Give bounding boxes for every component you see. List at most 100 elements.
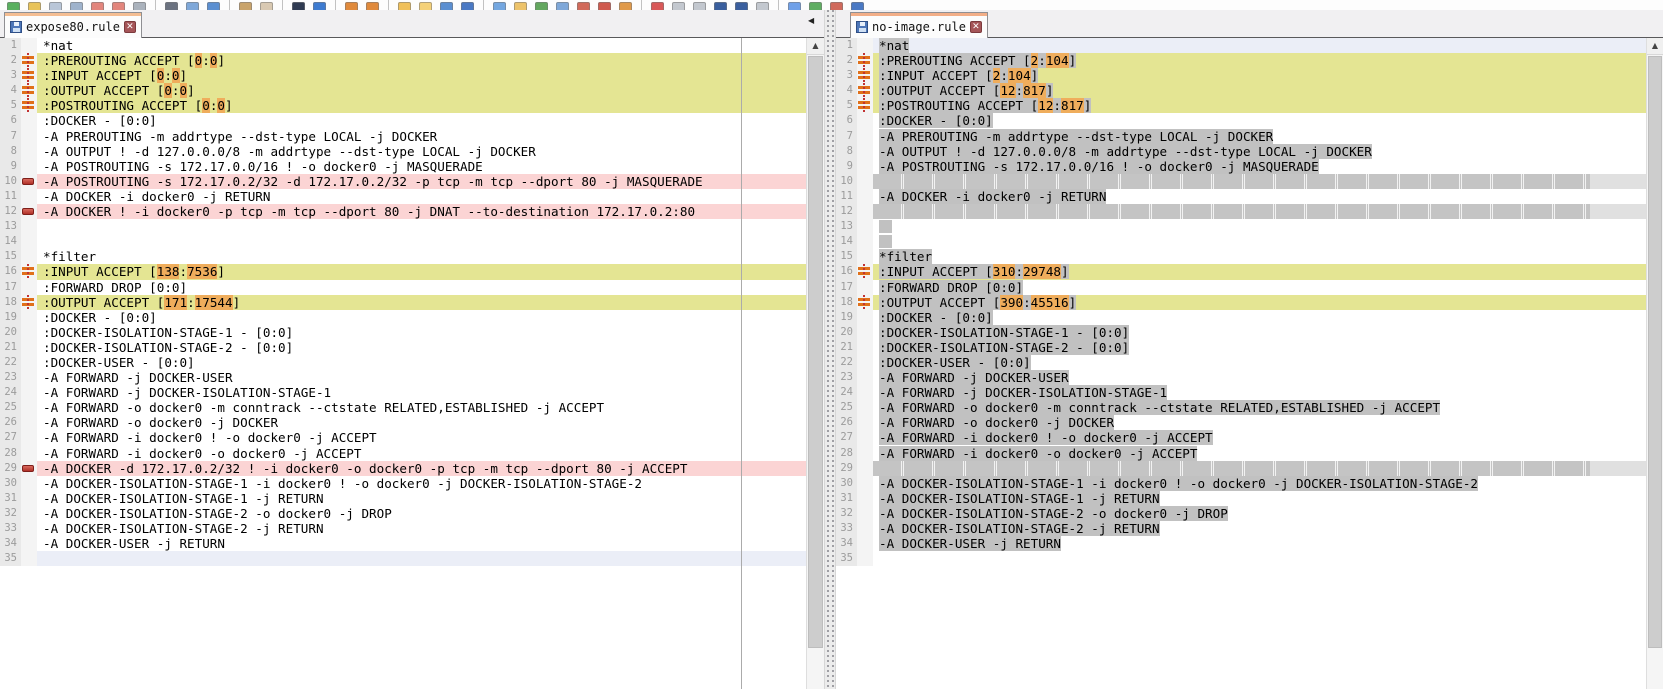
code-line[interactable]: 33-A DOCKER-ISOLATION-STAGE-2 -j RETURN [836,521,1646,536]
save-icon[interactable] [49,2,62,10]
code-line[interactable]: 3:INPUT ACCEPT [0:0] [0,68,806,83]
code-line[interactable]: 1*nat [836,38,1646,53]
code-line[interactable]: 13 [836,219,1646,234]
left-scrollbar[interactable] [806,38,824,689]
code-line[interactable]: 5:POSTROUTING ACCEPT [0:0] [0,98,806,113]
code-line[interactable]: 10-A POSTROUTING -s 172.17.0.2/32 -d 172… [0,174,806,189]
code-line[interactable]: 8-A OUTPUT ! -d 127.0.0.0/8 -m addrtype … [836,144,1646,159]
bookmark-active-icon[interactable] [419,2,432,10]
code-line[interactable]: 22:DOCKER-USER - [0:0] [0,355,806,370]
tool-left-icon[interactable] [345,2,358,10]
code-line[interactable]: 30-A DOCKER-ISOLATION-STAGE-1 -i docker0… [836,476,1646,491]
find-icon[interactable] [165,2,178,10]
wrap-icon[interactable] [440,2,453,10]
left-editor[interactable]: 1*nat2:PREROUTING ACCEPT [0:0]3:INPUT AC… [0,38,824,689]
code-line[interactable]: 28-A FORWARD -i docker0 -o docker0 -j AC… [836,446,1646,461]
code-line[interactable]: 12-A DOCKER ! -i docker0 -p tcp -m tcp -… [0,204,806,219]
code-line[interactable]: 15*filter [0,249,806,264]
code-line[interactable]: 35 [836,551,1646,566]
right-scrollbar[interactable] [1646,38,1663,689]
code-line[interactable]: 11-A DOCKER -i docker0 -j RETURN [0,189,806,204]
code-line[interactable]: 34-A DOCKER-USER -j RETURN [0,536,806,551]
scrollbar-thumb[interactable] [808,56,823,648]
code-line[interactable]: 7-A PREROUTING -m addrtype --dst-type LO… [836,129,1646,144]
code-line[interactable]: 30-A DOCKER-ISOLATION-STAGE-1 -i docker0… [0,476,806,491]
table-red-icon[interactable] [830,2,843,10]
code-line[interactable]: 13 [0,219,806,234]
tab-scroll-left-icon[interactable] [808,16,816,25]
code-line[interactable]: 16:INPUT ACCEPT [138:7536] [0,264,806,279]
code-line[interactable]: 33-A DOCKER-ISOLATION-STAGE-2 -j RETURN [0,521,806,536]
code-line[interactable]: 32-A DOCKER-ISOLATION-STAGE-2 -o docker0… [836,506,1646,521]
sync-icon[interactable] [619,2,632,10]
code-line[interactable]: 29-A DOCKER -d 172.17.0.2/32 ! -i docker… [0,461,806,476]
scroll-up-arrow-icon[interactable] [807,38,824,55]
folder-red-icon[interactable] [577,2,590,10]
code-line[interactable]: 23-A FORWARD -j DOCKER-USER [0,370,806,385]
code-line[interactable]: 9-A POSTROUTING -s 172.17.0.0/16 ! -o do… [836,159,1646,174]
code-line[interactable]: 21:DOCKER-ISOLATION-STAGE-2 - [0:0] [836,340,1646,355]
code-line[interactable]: 25-A FORWARD -o docker0 -m conntrack --c… [0,400,806,415]
scrollbar-thumb[interactable] [1648,56,1662,648]
code-line[interactable]: 22:DOCKER-USER - [0:0] [836,355,1646,370]
browser-icon[interactable] [313,2,326,10]
tab-expose80-rule[interactable]: expose80.rule [4,12,142,38]
code-line[interactable]: 34-A DOCKER-USER -j RETURN [836,536,1646,551]
undo-icon[interactable] [239,2,252,10]
code-line[interactable]: 11-A DOCKER -i docker0 -j RETURN [836,189,1646,204]
close-file-icon[interactable] [91,2,104,10]
code-line[interactable]: 21:DOCKER-ISOLATION-STAGE-2 - [0:0] [0,340,806,355]
code-line[interactable]: 19:DOCKER - [0:0] [0,310,806,325]
pause-icon[interactable] [461,2,474,10]
scroll-up-icon[interactable] [851,2,864,10]
comment-icon[interactable] [514,2,527,10]
close-tab-icon[interactable] [970,21,982,33]
code-line[interactable]: 19:DOCKER - [0:0] [836,310,1646,325]
code-line[interactable]: 35 [0,551,806,566]
code-line[interactable]: 28-A FORWARD -i docker0 -o docker0 -j AC… [0,446,806,461]
open-file-icon[interactable] [28,2,41,10]
code-line[interactable]: 14 [0,234,806,249]
close-all-icon[interactable] [112,2,125,10]
code-line[interactable]: 27-A FORWARD -i docker0 ! -o docker0 -j … [836,430,1646,445]
chat-icon[interactable] [788,2,801,10]
scroll-up-arrow-icon[interactable] [1647,38,1663,55]
nav-alt-icon[interactable] [735,2,748,10]
code-line[interactable]: 3:INPUT ACCEPT [2:104] [836,68,1646,83]
code-line[interactable]: 32-A DOCKER-ISOLATION-STAGE-2 -o docker0… [0,506,806,521]
print-icon[interactable] [133,2,146,10]
code-line[interactable]: 1*nat [0,38,806,53]
code-line[interactable]: 2:PREROUTING ACCEPT [2:104] [836,53,1646,68]
code-line[interactable]: 7-A PREROUTING -m addrtype --dst-type LO… [0,129,806,144]
code-line[interactable]: 26-A FORWARD -o docker0 -j DOCKER [836,415,1646,430]
code-line[interactable]: 27-A FORWARD -i docker0 ! -o docker0 -j … [0,430,806,445]
code-line[interactable]: 18:OUTPUT ACCEPT [390:45516] [836,295,1646,310]
grid-icon[interactable] [535,2,548,10]
copy-left-icon[interactable] [186,2,199,10]
copy-right-icon[interactable] [207,2,220,10]
code-line[interactable]: 31-A DOCKER-ISOLATION-STAGE-1 -j RETURN [836,491,1646,506]
code-line[interactable]: 12 [836,204,1646,219]
step-icon[interactable] [672,2,685,10]
code-line[interactable]: 24-A FORWARD -j DOCKER-ISOLATION-STAGE-1 [0,385,806,400]
record-icon[interactable] [651,2,664,10]
code-line[interactable]: 24-A FORWARD -j DOCKER-ISOLATION-STAGE-1 [836,385,1646,400]
code-line[interactable]: 20:DOCKER-ISOLATION-STAGE-1 - [0:0] [0,325,806,340]
code-line[interactable]: 23-A FORWARD -j DOCKER-USER [836,370,1646,385]
bookmark-icon[interactable] [398,2,411,10]
code-line[interactable]: 6:DOCKER - [0:0] [836,113,1646,128]
code-line[interactable]: 5:POSTROUTING ACCEPT [12:817] [836,98,1646,113]
code-line[interactable]: 8-A OUTPUT ! -d 127.0.0.0/8 -m addrtype … [0,144,806,159]
new-file-icon[interactable] [7,2,20,10]
redo-icon[interactable] [260,2,273,10]
code-line[interactable]: 16:INPUT ACCEPT [310:29748] [836,264,1646,279]
font-icon[interactable] [292,2,305,10]
code-line[interactable]: 20:DOCKER-ISOLATION-STAGE-1 - [0:0] [836,325,1646,340]
copy-pane-icon[interactable] [556,2,569,10]
code-line[interactable]: 17:FORWARD DROP [0:0] [836,280,1646,295]
tool-right-icon[interactable] [366,2,379,10]
code-line[interactable]: 10 [836,174,1646,189]
close-tab-icon[interactable] [124,21,136,33]
nav-icon[interactable] [714,2,727,10]
misc-icon[interactable] [756,2,769,10]
